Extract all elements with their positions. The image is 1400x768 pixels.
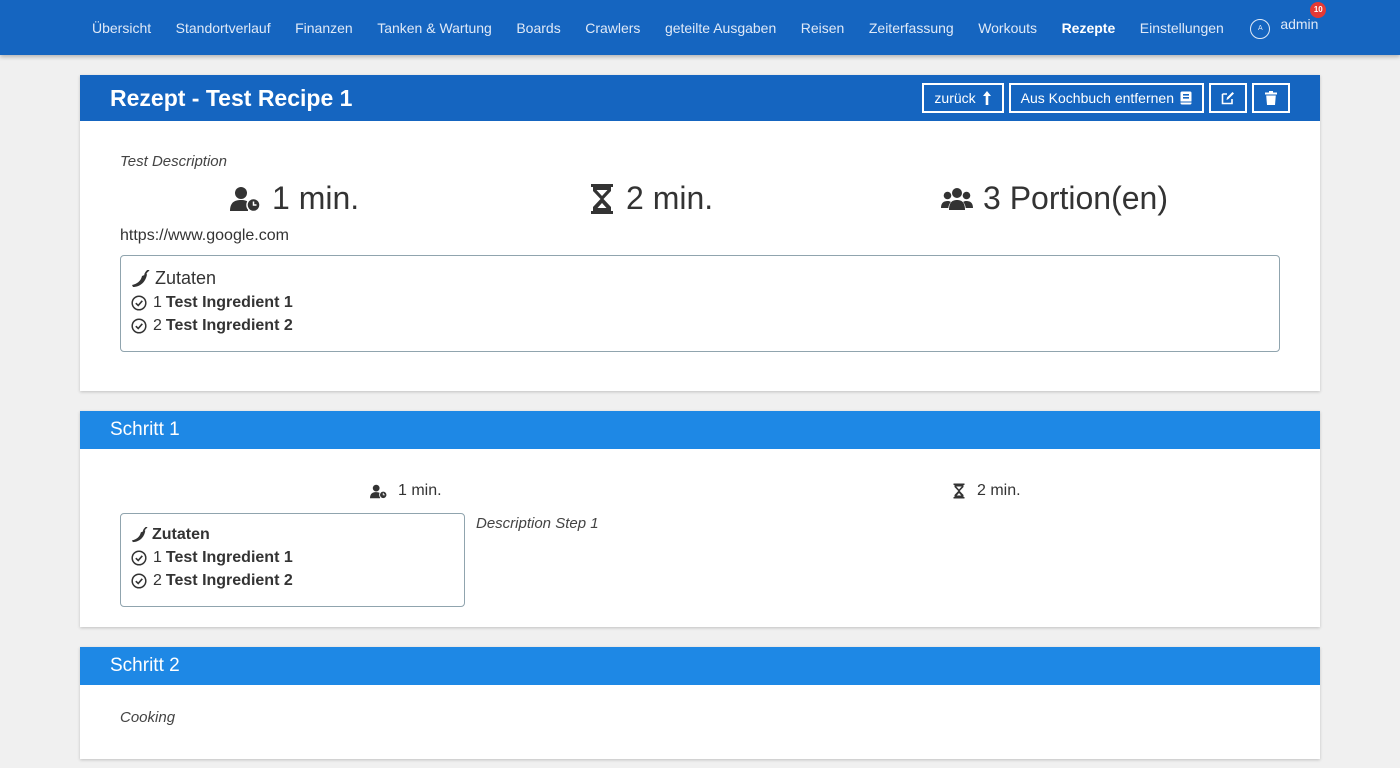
user-clock-icon: [230, 186, 261, 212]
user-menu[interactable]: A admin 10: [1250, 1, 1327, 39]
notification-badge: 10: [1310, 1, 1327, 18]
nav-item-zeiterfassung[interactable]: Zeiterfassung: [869, 20, 954, 36]
step-prep-time: 1 min.: [370, 482, 442, 500]
portions-stat: 3 Portion(en): [941, 180, 1168, 217]
nav-item-crawlers[interactable]: Crawlers: [585, 20, 640, 36]
recipe-stats: 1 min. 2 min. 3 Portion(en): [120, 180, 1280, 220]
cook-time-value: 2 min.: [626, 180, 714, 216]
ingredient-item: 2 Test Ingredient 2: [131, 317, 1269, 335]
nav-item-boards[interactable]: Boards: [516, 20, 560, 36]
ingredient-qty: 2: [153, 317, 162, 334]
step-body: 1 min. 2 min. Zutaten 1 Test Ingredient …: [80, 449, 1320, 627]
user-avatar: A: [1250, 18, 1271, 39]
recipe-ingredients-box: Zutaten 1 Test Ingredient 1 2 Test Ingre…: [120, 255, 1280, 352]
level-up-icon: [982, 91, 991, 105]
nav-menu: Übersicht Standortverlauf Finanzen Tanke…: [92, 0, 1327, 55]
recipe-body: Test Description 1 min. 2 min. 3 Portion…: [80, 121, 1320, 352]
recipe-description: Test Description: [120, 153, 227, 170]
check-circle-icon: [131, 295, 147, 311]
step-title: Schritt 1: [110, 419, 180, 440]
edit-icon: [1221, 92, 1234, 105]
top-navbar: Übersicht Standortverlauf Finanzen Tanke…: [0, 0, 1400, 55]
pepper-icon: [132, 269, 150, 287]
remove-from-cookbook-button[interactable]: Aus Kochbuch entfernen: [1008, 83, 1204, 113]
step-cook-time: 2 min.: [953, 482, 1021, 500]
portions-value: 3 Portion(en): [983, 180, 1168, 216]
step-card-1: Schritt 1 1 min. 2 min. Zutaten 1 Test I…: [80, 411, 1320, 627]
check-circle-icon: [131, 573, 147, 589]
remove-button-label: Aus Kochbuch entfernen: [1020, 90, 1174, 106]
step-cook-time-value: 2 min.: [977, 482, 1021, 499]
ingredient-name: Test Ingredient 2: [165, 317, 293, 334]
hourglass-icon: [953, 483, 965, 499]
nav-item-einstellungen[interactable]: Einstellungen: [1140, 20, 1224, 36]
nav-item-standortverlauf[interactable]: Standortverlauf: [176, 20, 271, 36]
hourglass-icon: [591, 183, 613, 214]
step-header: Schritt 2: [80, 647, 1320, 685]
nav-item-geteilte-ausgaben[interactable]: geteilte Ausgaben: [665, 20, 776, 36]
step-ingredients-heading: Zutaten: [131, 526, 454, 544]
ingredient-name: Test Ingredient 1: [165, 294, 293, 311]
nav-item-reisen[interactable]: Reisen: [801, 20, 845, 36]
step-description: Description Step 1: [476, 515, 599, 532]
step-body: Cooking: [80, 685, 1320, 750]
step-prep-time-value: 1 min.: [398, 482, 442, 499]
prep-time-stat: 1 min.: [230, 180, 359, 217]
book-icon: [1180, 91, 1192, 105]
ingredient-item: 2 Test Ingredient 2: [131, 572, 454, 590]
step-title: Schritt 2: [110, 655, 180, 676]
ingredient-name: Test Ingredient 1: [165, 549, 293, 566]
prep-time-value: 1 min.: [272, 180, 360, 216]
check-circle-icon: [131, 550, 147, 566]
nav-item-rezepte[interactable]: Rezepte: [1062, 20, 1116, 36]
check-circle-icon: [131, 318, 147, 334]
edit-button[interactable]: [1209, 83, 1247, 113]
ingredient-item: 1 Test Ingredient 1: [131, 294, 1269, 312]
step-ingredients-box: Zutaten 1 Test Ingredient 1 2 Test Ingre…: [120, 513, 465, 607]
ingredient-name: Test Ingredient 2: [165, 572, 293, 589]
nav-item-finanzen[interactable]: Finanzen: [295, 20, 353, 36]
page-title: Rezept - Test Recipe 1: [110, 84, 353, 111]
ingredients-heading: Zutaten: [131, 268, 1269, 289]
ingredient-item: 1 Test Ingredient 1: [131, 549, 454, 567]
step-ingredients-title: Zutaten: [152, 526, 210, 543]
ingredient-qty: 2: [153, 572, 162, 589]
recipe-card: Rezept - Test Recipe 1 zurück Aus Kochbu…: [80, 75, 1320, 391]
trash-icon: [1265, 91, 1277, 105]
recipe-url[interactable]: https://www.google.com: [120, 227, 1280, 245]
back-button[interactable]: zurück: [922, 83, 1004, 113]
ingredient-qty: 1: [153, 549, 162, 566]
user-name: admin: [1280, 15, 1319, 32]
step-card-2: Schritt 2 Cooking: [80, 647, 1320, 759]
pepper-icon: [131, 527, 148, 543]
ingredients-title: Zutaten: [155, 268, 217, 288]
nav-item-tanken-wartung[interactable]: Tanken & Wartung: [377, 20, 492, 36]
back-button-label: zurück: [934, 90, 976, 106]
users-icon: [941, 187, 973, 210]
user-clock-icon: [370, 484, 388, 499]
recipe-header: Rezept - Test Recipe 1 zurück Aus Kochbu…: [80, 75, 1320, 121]
step-description: Cooking: [120, 709, 176, 726]
cook-time-stat: 2 min.: [590, 180, 713, 217]
nav-item-workouts[interactable]: Workouts: [978, 20, 1037, 36]
delete-button[interactable]: [1252, 83, 1290, 113]
ingredient-qty: 1: [153, 294, 162, 311]
step-header: Schritt 1: [80, 411, 1320, 449]
recipe-actions: zurück Aus Kochbuch entfernen: [922, 83, 1290, 113]
nav-item-uebersicht[interactable]: Übersicht: [92, 20, 151, 36]
